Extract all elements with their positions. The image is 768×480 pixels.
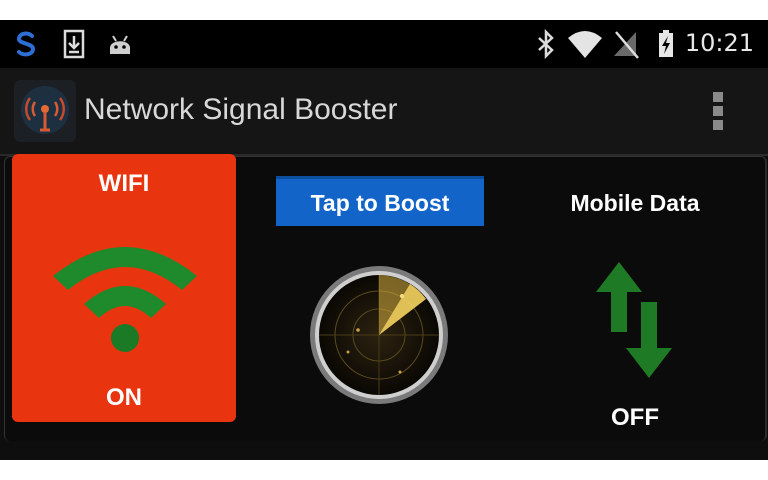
bluetooth-icon <box>538 28 554 60</box>
app-title: Network Signal Booster <box>84 93 398 126</box>
antenna-signal-icon <box>14 80 76 142</box>
android-icon <box>110 35 130 54</box>
wifi-icon <box>53 247 197 352</box>
radar-icon[interactable] <box>308 264 450 406</box>
mobile-data-title: Mobile Data <box>570 190 700 216</box>
battery-charging-icon <box>659 30 673 57</box>
tap-to-boost-button[interactable]: Tap to Boost <box>276 176 484 226</box>
wifi-title: WIFI <box>98 170 150 197</box>
wifi-signal-icon <box>568 31 602 58</box>
cellular-no-signal-icon <box>614 31 639 59</box>
wifi-state: ON <box>106 384 142 411</box>
status-time: 10:21 <box>684 29 754 57</box>
download-icon <box>63 29 85 59</box>
mobile-data-state: OFF <box>611 404 659 431</box>
swype-s-icon <box>16 31 36 57</box>
data-transfer-arrows-icon[interactable] <box>596 262 672 378</box>
wifi-toggle-card[interactable]: WIFI ON <box>12 154 236 422</box>
overflow-menu-icon[interactable] <box>712 92 724 132</box>
app-bar: Network Signal Booster <box>0 68 768 156</box>
status-bar: 10:21 <box>0 20 768 68</box>
